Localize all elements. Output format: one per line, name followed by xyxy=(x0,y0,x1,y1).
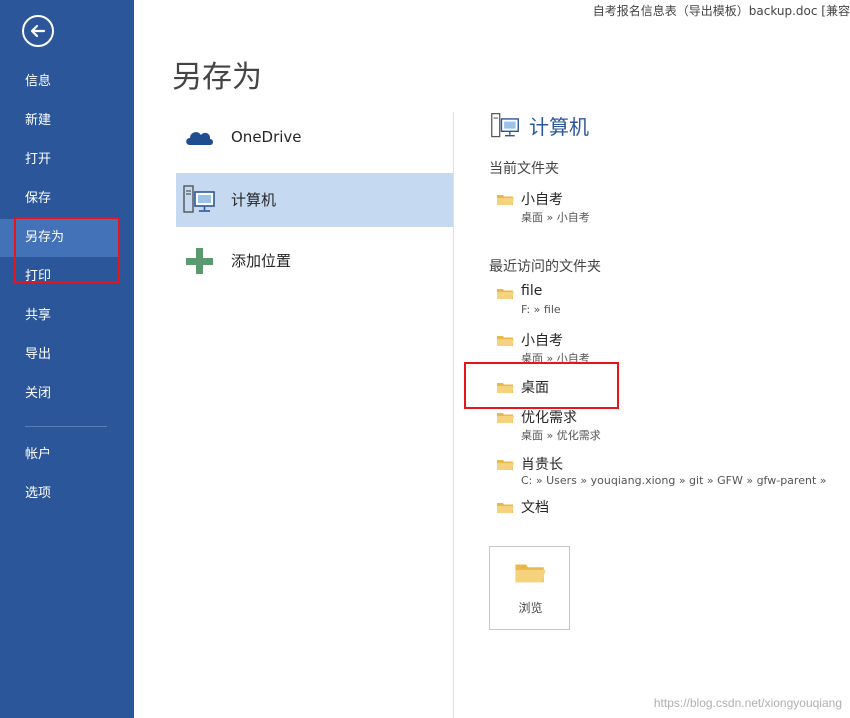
nav-close[interactable]: 关闭 xyxy=(0,375,134,413)
nav-divider xyxy=(25,426,107,427)
folder-name: file xyxy=(521,283,543,299)
recent-folders-heading: 最近访问的文件夹 xyxy=(489,259,601,275)
folder-name: 肖贵长 xyxy=(521,457,563,473)
nav-export[interactable]: 导出 xyxy=(0,336,134,374)
folder-path: 桌面 » 优化需求 xyxy=(521,429,601,442)
panel-header: 计算机 xyxy=(489,111,589,141)
backstage-sidebar: 信息 新建 打开 保存 另存为 打印 共享 导出 关闭 帐户 选项 xyxy=(0,0,134,718)
back-arrow-icon xyxy=(30,24,46,38)
folder-path: C: » Users » youqiang.xiong » git » GFW … xyxy=(521,474,827,487)
place-computer[interactable]: 计算机 xyxy=(176,173,453,227)
nav-options[interactable]: 选项 xyxy=(0,475,134,513)
folder-path: F: » file xyxy=(521,303,561,316)
place-label: 添加位置 xyxy=(231,252,292,270)
folder-name: 小自考 xyxy=(521,192,563,208)
computer-icon xyxy=(183,185,215,213)
nav-open[interactable]: 打开 xyxy=(0,141,134,179)
nav-info[interactable]: 信息 xyxy=(0,63,134,101)
folder-icon xyxy=(497,289,514,299)
folder-icon xyxy=(515,564,546,583)
plus-icon xyxy=(186,248,213,274)
nav-save[interactable]: 保存 xyxy=(0,180,134,218)
panel-title: 计算机 xyxy=(529,115,589,139)
folder-icon xyxy=(497,503,514,513)
browse-button[interactable]: 浏览 xyxy=(489,546,570,630)
computer-icon xyxy=(491,113,519,138)
nav-new[interactable]: 新建 xyxy=(0,102,134,140)
annotation-highlight-box xyxy=(464,362,619,409)
folder-name: 文档 xyxy=(521,500,549,516)
folder-icon xyxy=(497,195,514,205)
nav-share[interactable]: 共享 xyxy=(0,297,134,335)
place-onedrive[interactable]: OneDrive xyxy=(176,110,453,164)
panel-divider xyxy=(453,112,454,718)
folder-icon xyxy=(497,413,514,423)
annotation-highlight-box xyxy=(14,217,120,283)
place-label: OneDrive xyxy=(231,128,302,146)
folder-name: 优化需求 xyxy=(521,410,577,426)
folder-name: 小自考 xyxy=(521,333,563,349)
browse-label: 浏览 xyxy=(518,601,543,615)
watermark: https://blog.csdn.net/xiongyouqiang xyxy=(653,696,842,710)
place-add-location[interactable]: 添加位置 xyxy=(176,234,453,288)
cloud-icon xyxy=(186,132,213,145)
folder-icon xyxy=(497,336,514,346)
nav-account[interactable]: 帐户 xyxy=(0,436,134,474)
place-label: 计算机 xyxy=(231,191,277,209)
page-title: 另存为 xyxy=(172,60,262,95)
folder-icon xyxy=(497,460,514,470)
current-folder-heading: 当前文件夹 xyxy=(489,161,559,177)
back-button[interactable] xyxy=(22,15,54,47)
folder-path: 桌面 » 小自考 xyxy=(521,211,590,224)
window-title: 自考报名信息表（导出模板）backup.doc [兼容 xyxy=(592,4,850,18)
